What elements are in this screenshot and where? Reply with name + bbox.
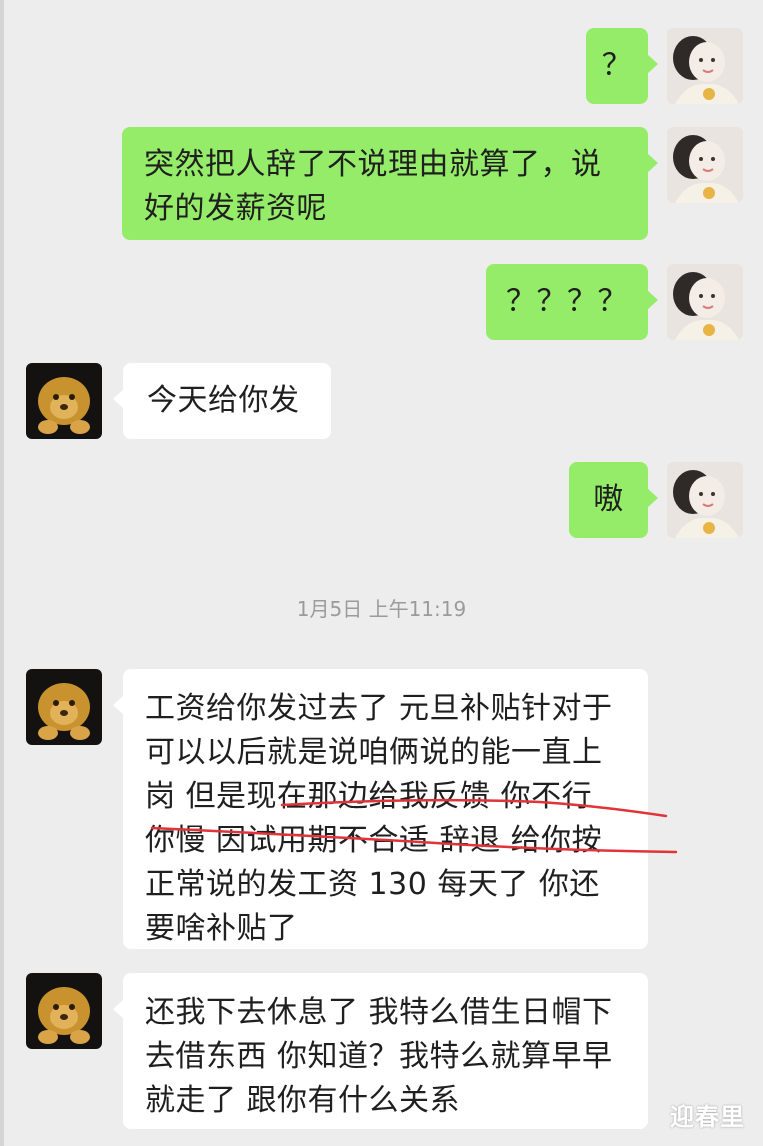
incoming-message-bubble[interactable]: 今天给你发 — [113, 363, 331, 439]
baby-photo-avatar-icon — [667, 28, 743, 104]
contact-avatar[interactable] — [26, 973, 102, 1049]
outgoing-message-bubble[interactable]: 突然把人辞了不说理由就算了，说好的发薪资呢 — [122, 127, 658, 240]
message-text: 嗷 — [593, 482, 624, 517]
incoming-message-bubble[interactable]: 工资给你发过去了 元旦补贴针对于可以以后就是说咱俩说的能一直上岗 但是现在那边给… — [113, 669, 648, 949]
baby-photo-avatar-icon — [667, 462, 743, 538]
self-avatar[interactable] — [667, 462, 743, 538]
message-text: 工资给你发过去了 元旦补贴针对于可以以后就是说咱俩说的能一直上岗 但是现在那边给… — [145, 691, 613, 946]
self-avatar[interactable] — [667, 264, 743, 340]
message-text: ？？？？ — [506, 284, 628, 319]
self-avatar[interactable] — [667, 127, 743, 203]
outgoing-message-bubble[interactable]: ？ — [586, 28, 658, 104]
lion-cub-avatar-icon — [26, 669, 102, 745]
window-edge-divider — [0, 0, 4, 1146]
message-text: 今天给你发 — [147, 383, 300, 418]
contact-avatar[interactable] — [26, 363, 102, 439]
self-avatar[interactable] — [667, 28, 743, 104]
message-text: ？ — [601, 48, 633, 83]
outgoing-message-bubble[interactable]: ？？？？ — [486, 264, 658, 340]
message-text: 还我下去休息了 我特么借生日帽下去借东西 你知道？我特么就算早早就走了 跟你有什… — [145, 995, 613, 1118]
contact-avatar[interactable] — [26, 669, 102, 745]
chat-window: ？ 突然把人辞了不说理由就算了，说好的发薪资呢 ？？？？ 今天给你发 嗷 1月5… — [0, 0, 763, 1146]
baby-photo-avatar-icon — [667, 264, 743, 340]
incoming-message-bubble[interactable]: 还我下去休息了 我特么借生日帽下去借东西 你知道？我特么就算早早就走了 跟你有什… — [113, 973, 648, 1129]
watermark: 迎春里 — [670, 1103, 745, 1131]
outgoing-message-bubble[interactable]: 嗷 — [569, 462, 658, 538]
lion-cub-avatar-icon — [26, 973, 102, 1049]
message-text: 突然把人辞了不说理由就算了，说好的发薪资呢 — [144, 147, 602, 226]
lion-cub-avatar-icon — [26, 363, 102, 439]
baby-photo-avatar-icon — [667, 127, 743, 203]
message-timestamp: 1月5日 上午11:19 — [296, 597, 467, 621]
